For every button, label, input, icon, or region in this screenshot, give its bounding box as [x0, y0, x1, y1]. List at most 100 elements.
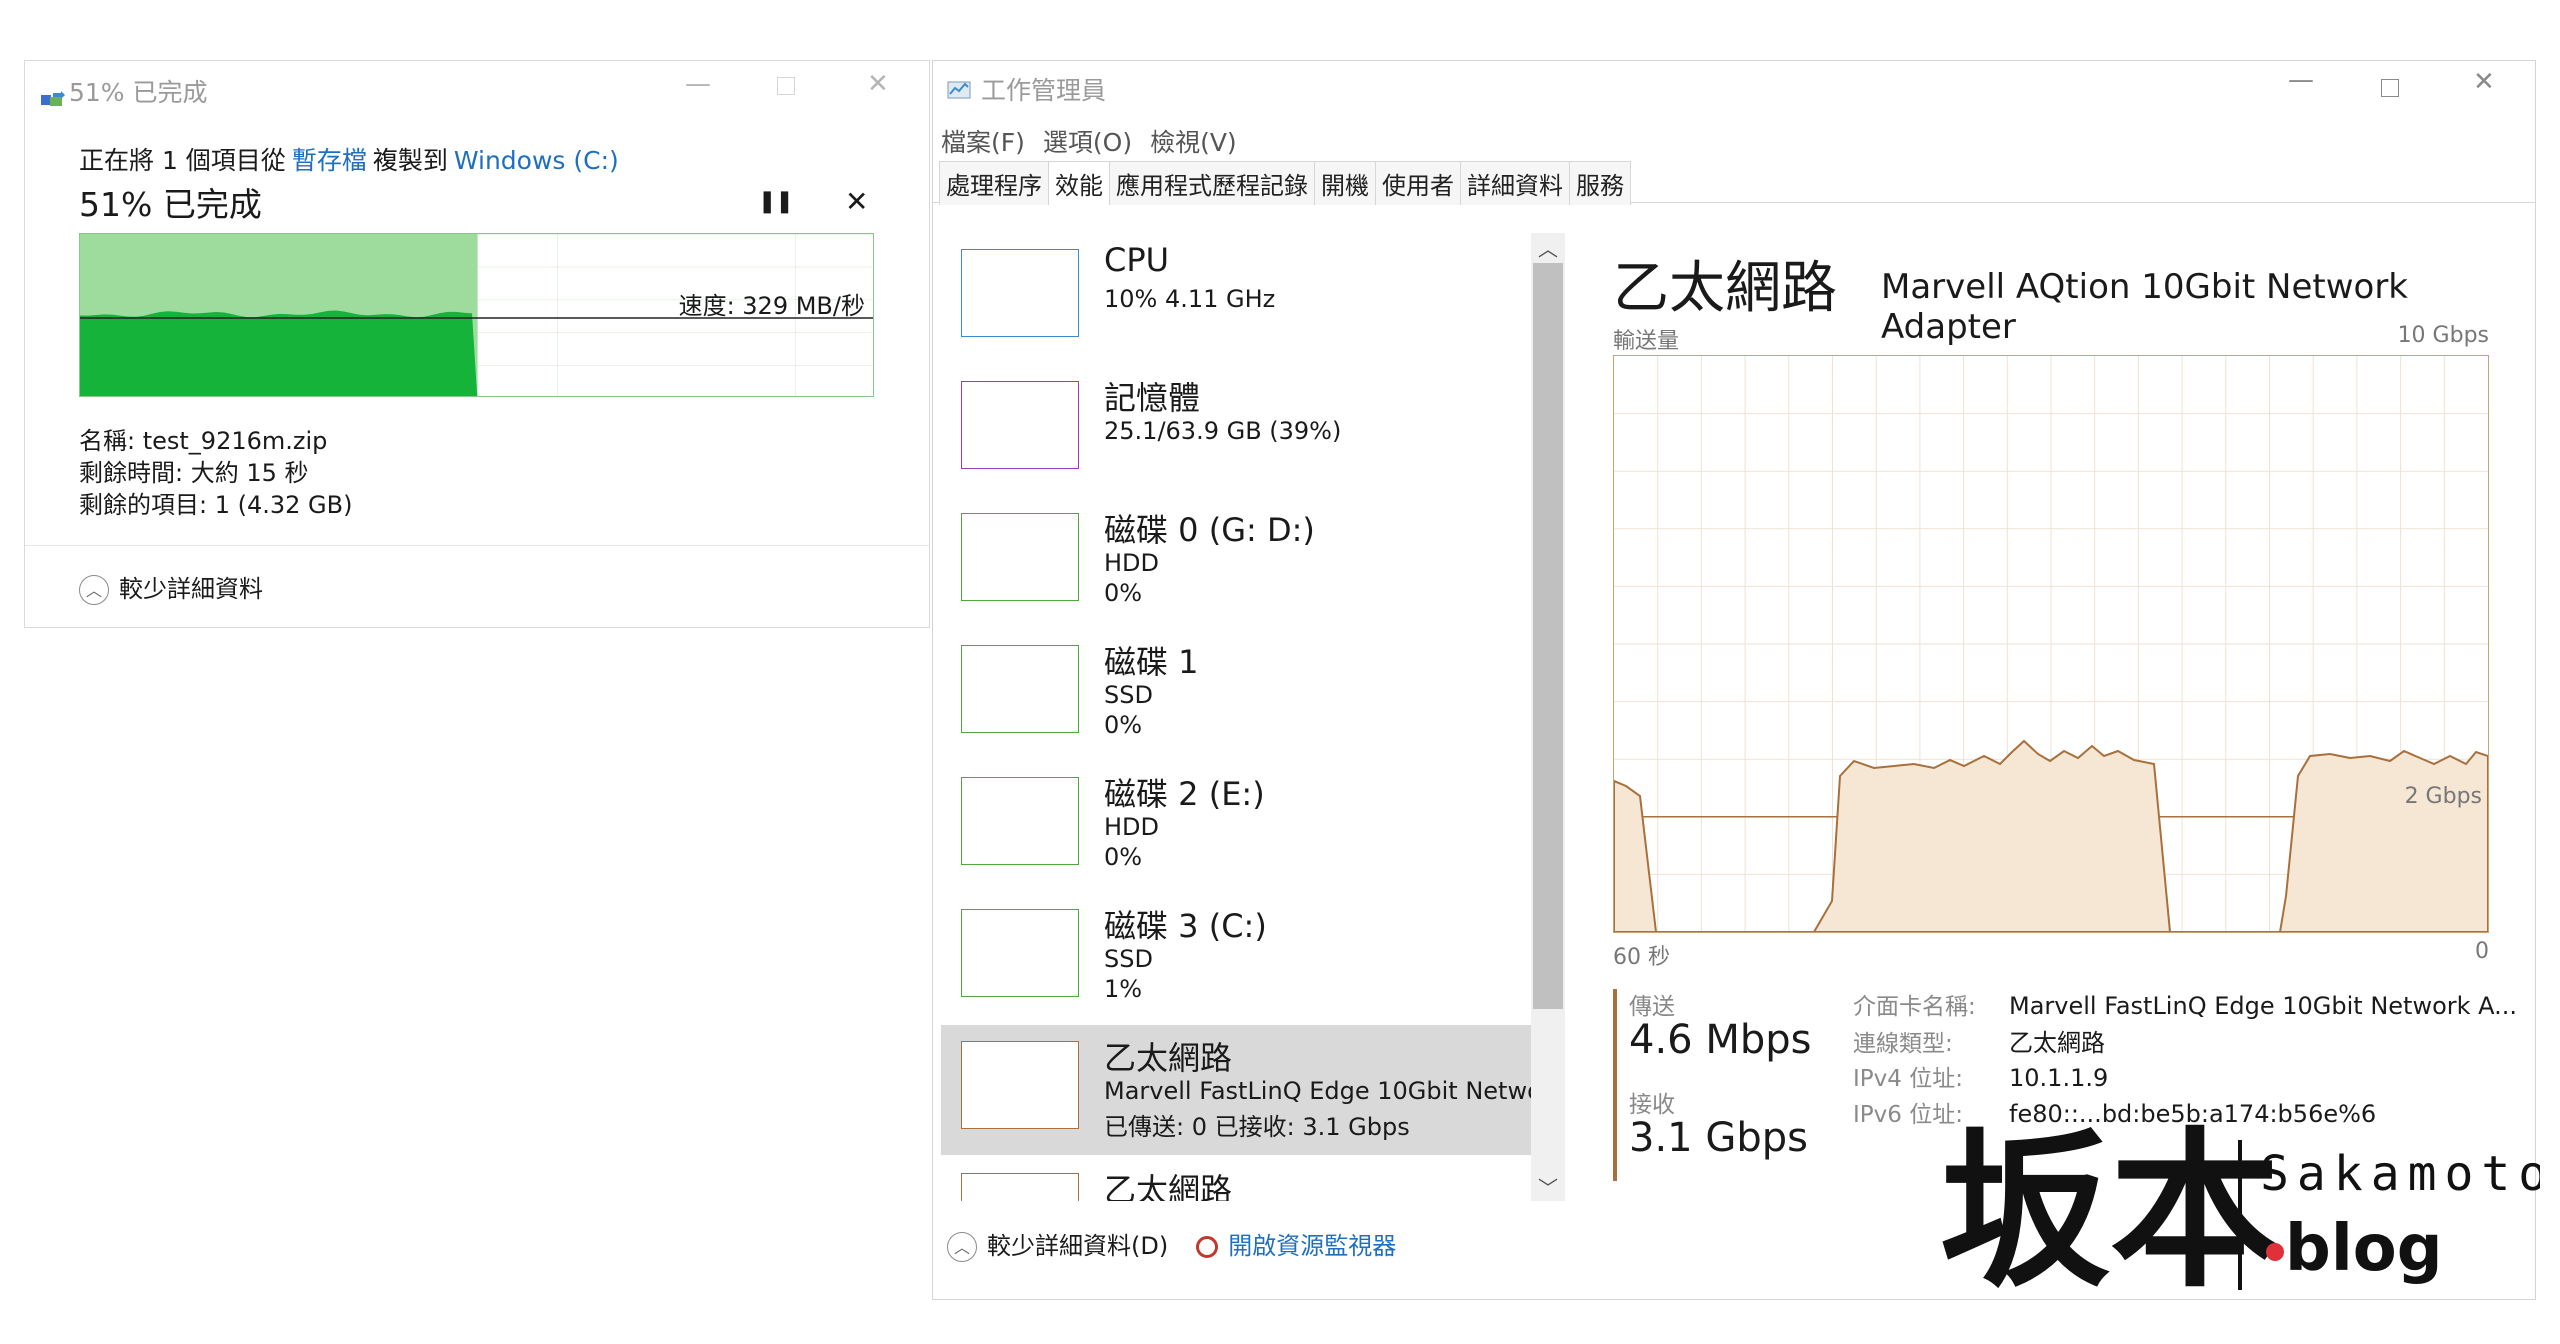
- destination-link[interactable]: Windows (C:): [454, 146, 619, 175]
- sidebar-item[interactable]: 乙太網路: [941, 1157, 1531, 1201]
- menu-bar: 檔案(F) 選項(O) 檢視(V): [941, 123, 1255, 159]
- sidebar-item-name: 磁碟 1: [1104, 643, 1199, 681]
- mid-scale-label: 2 Gbps: [2404, 784, 2482, 809]
- svg-text:Sakamoto: Sakamoto: [2260, 1146, 2540, 1202]
- receive-label: 接收: [1629, 1092, 1675, 1118]
- sidebar-item[interactable]: 乙太網路 Marvell FastLinQ Edge 10Gbit Networ 已…: [941, 1025, 1531, 1155]
- property-value: Marvell FastLinQ Edge 10Gbit Network A..…: [2009, 992, 2518, 1020]
- maximize-button[interactable]: [2381, 79, 2399, 97]
- menu-file[interactable]: 檔案(F): [941, 128, 1025, 157]
- copy-speed-graph: 速度: 329 MB/秒: [79, 233, 874, 397]
- dialog-title: 51% 已完成: [69, 78, 208, 107]
- source-link[interactable]: 暫存檔: [292, 146, 367, 175]
- tab-bar: 處理程序 效能 應用程式歷程記錄 開機 使用者 詳細資料 服務: [933, 161, 2535, 205]
- sidebar-thumbnail-graph: [961, 645, 1079, 733]
- items-remaining: 剩餘的項目: 1 (4.32 GB): [79, 491, 353, 519]
- minimize-button[interactable]: —: [2288, 65, 2314, 95]
- sidebar-thumbnail-graph: [961, 513, 1079, 601]
- speed-label: 速度: 329 MB/秒: [678, 292, 865, 320]
- sidebar-item-value: 0%: [1104, 711, 1143, 739]
- time-remaining: 剩餘時間: 大約 15 秒: [79, 459, 309, 487]
- time-axis-right: 0: [2475, 939, 2489, 964]
- throughput-label: 輸送量: [1613, 329, 1680, 354]
- maximize-button[interactable]: [777, 77, 795, 95]
- sidebar-item[interactable]: 磁碟 2 (E:) HDD 0%: [941, 761, 1531, 891]
- tab-services[interactable]: 服務: [1569, 161, 1631, 205]
- sidebar-item[interactable]: CPU 10% 4.11 GHz: [941, 233, 1531, 363]
- copy-progress-dialog: 51% 已完成 — ✕ 正在將 1 個項目從 暫存檔 複製到 Windows (C:)…: [24, 60, 930, 628]
- sakamoto-blog-logo: 坂本 Sakamoto blog: [1940, 1080, 2547, 1330]
- sidebar-item-detail: SSD: [1104, 681, 1153, 709]
- scroll-down-icon[interactable]: ﹀: [1531, 1172, 1565, 1201]
- sidebar-item[interactable]: 記憶體 25.1/63.9 GB (39%): [941, 365, 1531, 495]
- sidebar-item-detail: HDD: [1104, 813, 1160, 841]
- window-title: 工作管理員: [981, 76, 1107, 105]
- property-key: 介面卡名稱:: [1853, 994, 1976, 1020]
- property-row: 介面卡名稱: Marvell FastLinQ Edge 10Gbit Netwo…: [1853, 987, 2517, 1021]
- receive-value: 3.1 Gbps: [1629, 1115, 1808, 1161]
- sidebar-item[interactable]: 磁碟 1 SSD 0%: [941, 629, 1531, 759]
- menu-view[interactable]: 檢視(V): [1150, 128, 1237, 157]
- less-details-label: 較少詳細資料: [119, 575, 263, 603]
- tab-details[interactable]: 詳細資料: [1460, 161, 1570, 205]
- menu-options[interactable]: 選項(O): [1043, 128, 1132, 157]
- time-axis-left: 60 秒: [1613, 945, 1670, 970]
- sidebar-item-value: 0%: [1104, 843, 1143, 871]
- pause-icon[interactable]: ❚❚: [758, 189, 794, 214]
- resource-monitor-label: 開啟資源監視器: [1228, 1232, 1397, 1260]
- window-title-bar: 工作管理員: [947, 71, 1106, 107]
- send-value: 4.6 Mbps: [1629, 1017, 1812, 1063]
- sidebar-item-name: 磁碟 3 (C:): [1104, 907, 1267, 945]
- copy-desc-middle: 複製到: [372, 146, 448, 175]
- sidebar-item-name: 乙太網路: [1104, 1039, 1233, 1077]
- svg-text:blog: blog: [2285, 1212, 2443, 1286]
- property-value: 乙太網路: [2009, 1029, 2105, 1057]
- scroll-up-icon[interactable]: ︿: [1531, 233, 1565, 262]
- tab-processes[interactable]: 處理程序: [939, 161, 1049, 205]
- sidebar-item-name: CPU: [1104, 241, 1170, 279]
- footer: ︿ 較少詳細資料(D) 開啟資源監視器: [947, 1226, 1396, 1262]
- scrollbar-thumb[interactable]: [1533, 263, 1563, 1009]
- svg-text:坂本: 坂本: [1940, 1111, 2280, 1311]
- close-button[interactable]: ✕: [2473, 67, 2495, 97]
- resource-monitor-link[interactable]: 開啟資源監視器: [1196, 1232, 1396, 1260]
- sidebar-item-name: 乙太網路: [1104, 1171, 1233, 1201]
- property-row: 連線類型: 乙太網路: [1853, 1023, 2105, 1058]
- less-details-button[interactable]: ︿ 較少詳細資料: [79, 569, 263, 605]
- close-button[interactable]: ✕: [867, 69, 889, 99]
- performance-sidebar: CPU 10% 4.11 GHz 記憶體 25.1/63.9 GB (39%) 磁碟 0…: [933, 233, 1531, 1201]
- sidebar-thumbnail-graph: [961, 909, 1079, 997]
- tab-users[interactable]: 使用者: [1375, 161, 1461, 205]
- sidebar-item-name: 磁碟 2 (E:): [1104, 775, 1265, 813]
- tab-performance[interactable]: 效能: [1048, 161, 1110, 205]
- throughput-chart: 2 Gbps: [1613, 355, 2489, 933]
- sidebar-item-detail: SSD: [1104, 945, 1153, 973]
- progress-label: 51% 已完成: [79, 185, 262, 224]
- sidebar-item-value: 0%: [1104, 579, 1143, 607]
- sidebar-item[interactable]: 磁碟 3 (C:) SSD 1%: [941, 893, 1531, 1023]
- copy-desc-prefix: 正在將 1 個項目從: [79, 146, 286, 175]
- minimize-button[interactable]: —: [685, 69, 711, 99]
- tab-app-history[interactable]: 應用程式歷程記錄: [1109, 161, 1315, 205]
- cancel-icon[interactable]: ✕: [845, 185, 868, 218]
- chevron-up-icon: ︿: [947, 1232, 977, 1262]
- sidebar-item-detail: 10% 4.11 GHz: [1104, 285, 1276, 313]
- property-key: 連線類型:: [1853, 1031, 1953, 1057]
- detail-title: 乙太網路: [1613, 256, 1837, 321]
- copy-icon: [41, 86, 65, 106]
- tab-startup[interactable]: 開機: [1314, 161, 1376, 205]
- send-label: 傳送: [1629, 994, 1675, 1020]
- sidebar-item[interactable]: 磁碟 0 (G: D:) HDD 0%: [941, 497, 1531, 627]
- sidebar-item-detail: 25.1/63.9 GB (39%): [1104, 417, 1342, 445]
- sidebar-item-name: 磁碟 0 (G: D:): [1104, 511, 1315, 549]
- sidebar-item-value: 已傳送: 0 已接收: 3.1 Gbps: [1104, 1113, 1410, 1141]
- max-scale-label: 10 Gbps: [2397, 323, 2489, 348]
- divider: [25, 545, 929, 546]
- resource-monitor-icon: [1196, 1236, 1219, 1258]
- sidebar-item-detail: Marvell FastLinQ Edge 10Gbit Networ: [1104, 1077, 1531, 1105]
- task-manager-icon: [947, 78, 973, 107]
- sidebar-item-value: 1%: [1104, 975, 1143, 1003]
- sidebar-scrollbar[interactable]: ︿ ﹀: [1531, 233, 1565, 1201]
- copy-description: 正在將 1 個項目從 暫存檔 複製到 Windows (C:): [79, 141, 625, 177]
- fewer-details-button[interactable]: ︿ 較少詳細資料(D): [947, 1232, 1168, 1262]
